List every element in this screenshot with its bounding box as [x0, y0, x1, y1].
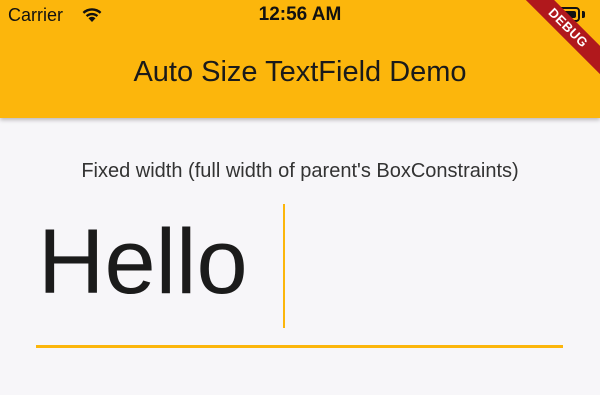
field-label: Fixed width (full width of parent's BoxC… [81, 160, 519, 182]
auto-size-text-field[interactable]: Hello [36, 200, 563, 348]
app-bar: Carrier 12:56 AM Auto Size TextField Dem… [0, 0, 600, 118]
text-cursor [283, 204, 285, 328]
text-field-underline [36, 345, 563, 348]
text-field-value[interactable]: Hello [38, 216, 248, 308]
status-time: 12:56 AM [258, 4, 342, 25]
battery-icon [550, 7, 580, 22]
battery-cap [582, 11, 585, 18]
page-title: Auto Size TextField Demo [133, 56, 467, 88]
status-bar: Carrier 12:56 AM [0, 0, 600, 30]
